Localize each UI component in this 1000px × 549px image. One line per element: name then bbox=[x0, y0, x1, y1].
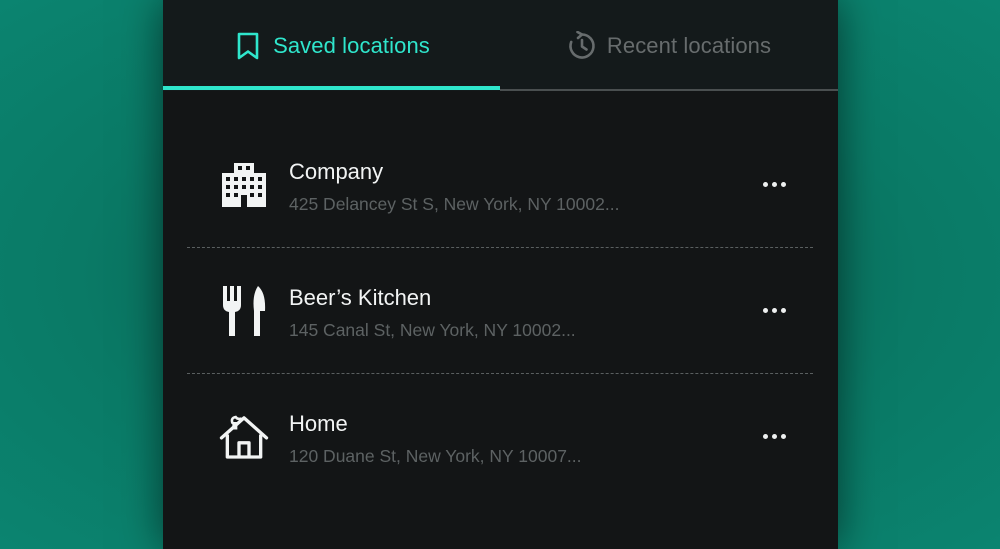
location-address: 145 Canal St, New York, NY 10002... bbox=[289, 320, 576, 340]
home-icon bbox=[219, 412, 269, 462]
list-item-text: Company 425 Delancey St S, New York, NY … bbox=[289, 158, 619, 216]
location-address: 425 Delancey St S, New York, NY 10002... bbox=[289, 194, 620, 214]
tab-recent-locations[interactable]: Recent locations bbox=[500, 0, 838, 91]
location-address: 120 Duane St, New York, NY 10007... bbox=[289, 446, 582, 466]
more-options-button[interactable] bbox=[757, 424, 791, 448]
tab-saved-label: Saved locations bbox=[273, 32, 430, 58]
bookmark-icon bbox=[233, 31, 263, 61]
more-options-button[interactable] bbox=[757, 298, 791, 322]
list-item[interactable]: Home 120 Duane St, New York, NY 10007... bbox=[187, 374, 813, 500]
saved-locations-list: Company 425 Delancey St S, New York, NY … bbox=[187, 122, 813, 500]
restaurant-icon bbox=[219, 286, 269, 336]
tab-saved-locations[interactable]: Saved locations bbox=[163, 0, 500, 91]
more-dot bbox=[771, 307, 777, 313]
more-dot bbox=[771, 433, 777, 439]
tab-divider bbox=[500, 89, 838, 91]
location-title: Home bbox=[289, 411, 348, 436]
list-item-text: Home 120 Duane St, New York, NY 10007... bbox=[289, 410, 582, 468]
office-building-icon bbox=[219, 160, 269, 210]
app-screen: Saved locations Recent locations Company… bbox=[163, 0, 838, 549]
more-dot bbox=[780, 181, 786, 187]
location-title: Beer’s Kitchen bbox=[289, 285, 432, 310]
more-dot bbox=[771, 181, 777, 187]
list-item[interactable]: Company 425 Delancey St S, New York, NY … bbox=[187, 122, 813, 248]
list-item[interactable]: Beer’s Kitchen 145 Canal St, New York, N… bbox=[187, 248, 813, 374]
more-dot bbox=[762, 307, 768, 313]
tab-recent-label: Recent locations bbox=[606, 32, 772, 58]
location-title: Company bbox=[289, 159, 384, 184]
more-dot bbox=[762, 433, 768, 439]
tab-bar: Saved locations Recent locations bbox=[163, 0, 838, 91]
more-dot bbox=[780, 307, 786, 313]
more-options-button[interactable] bbox=[757, 172, 791, 196]
list-item-text: Beer’s Kitchen 145 Canal St, New York, N… bbox=[289, 284, 576, 342]
more-dot bbox=[780, 433, 786, 439]
history-icon bbox=[567, 30, 597, 61]
more-dot bbox=[762, 181, 768, 187]
tab-active-indicator bbox=[163, 86, 500, 90]
